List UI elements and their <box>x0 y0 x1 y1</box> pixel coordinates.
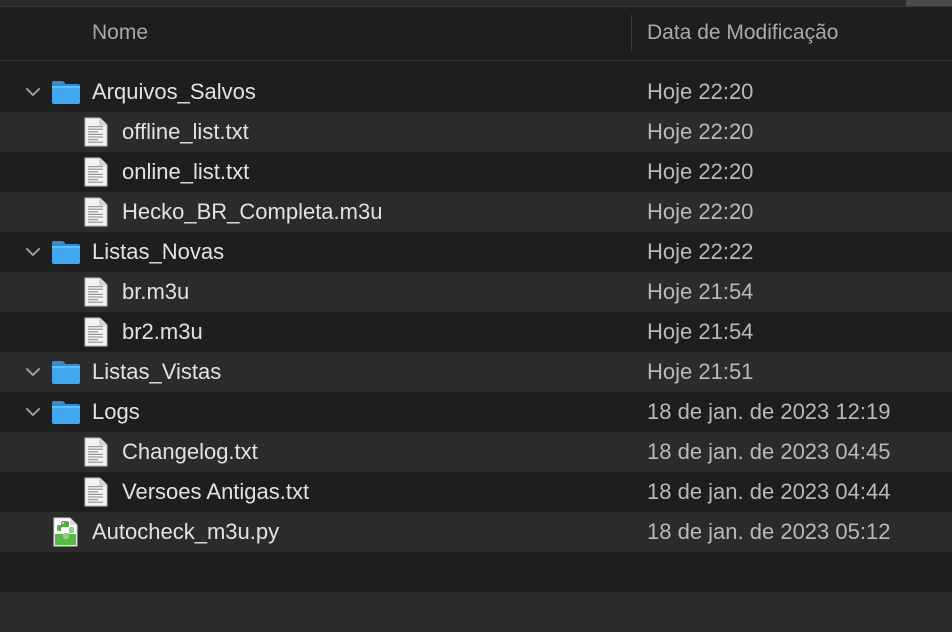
python-script-icon <box>53 517 78 547</box>
item-date-modified: Hoje 22:22 <box>647 239 754 264</box>
item-name: Listas_Vistas <box>92 359 222 384</box>
empty-list-row <box>0 592 952 632</box>
folder-icon <box>52 401 80 424</box>
text-document-icon <box>84 277 108 307</box>
finder-list-window: Nome Data de Modificação Arquivos_Salvos… <box>0 0 952 632</box>
file-row[interactable]: br2.m3u Hoje 21:54 <box>0 312 952 352</box>
item-name: Versoes Antigas.txt <box>122 479 310 504</box>
item-name: br.m3u <box>122 279 190 304</box>
item-name: online_list.txt <box>122 159 250 184</box>
item-date-modified: Hoje 22:20 <box>647 119 754 144</box>
file-row[interactable]: Changelog.txt 18 de jan. de 2023 04:45 <box>0 432 952 472</box>
item-name: offline_list.txt <box>122 119 249 144</box>
window-top-edge-mark <box>906 0 952 6</box>
item-name: Arquivos_Salvos <box>92 79 256 104</box>
item-date-modified: Hoje 22:20 <box>647 159 754 184</box>
folder-icon <box>52 361 80 384</box>
item-date-modified: Hoje 21:54 <box>647 279 754 304</box>
file-row[interactable]: Versoes Antigas.txt 18 de jan. de 2023 04… <box>0 472 952 512</box>
text-document-icon <box>84 317 108 347</box>
file-row[interactable]: br.m3u Hoje 21:54 <box>0 272 952 312</box>
folder-row[interactable]: Listas_Vistas Hoje 21:51 <box>0 352 952 392</box>
chevron-down-icon[interactable] <box>25 365 41 379</box>
folder-icon <box>52 241 80 264</box>
folder-row[interactable]: Listas_Novas Hoje 22:22 <box>0 232 952 272</box>
item-date-modified: Hoje 22:20 <box>647 199 754 224</box>
item-date-modified: 18 de jan. de 2023 04:45 <box>647 439 891 464</box>
text-document-icon <box>84 197 108 227</box>
item-name: Hecko_BR_Completa.m3u <box>122 199 383 224</box>
column-header-date-modified[interactable]: Data de Modificação <box>647 7 838 60</box>
item-name: Autocheck_m3u.py <box>92 519 280 544</box>
file-list: Arquivos_Salvos Hoje 22:20 offline_list.tx… <box>0 72 952 552</box>
item-date-modified: 18 de jan. de 2023 05:12 <box>647 519 891 544</box>
item-date-modified: 18 de jan. de 2023 04:44 <box>647 479 891 504</box>
column-header: Nome Data de Modificação <box>0 7 952 61</box>
item-date-modified: Hoje 21:54 <box>647 319 754 344</box>
text-document-icon <box>84 157 108 187</box>
file-row[interactable]: online_list.txt Hoje 22:20 <box>0 152 952 192</box>
text-document-icon <box>84 117 108 147</box>
folder-row[interactable]: Logs 18 de jan. de 2023 12:19 <box>0 392 952 432</box>
item-name: Changelog.txt <box>122 439 258 464</box>
file-row[interactable]: Hecko_BR_Completa.m3u Hoje 22:20 <box>0 192 952 232</box>
folder-row[interactable]: Arquivos_Salvos Hoje 22:20 <box>0 72 952 112</box>
item-date-modified: Hoje 22:20 <box>647 79 754 104</box>
folder-icon <box>52 81 80 104</box>
chevron-down-icon[interactable] <box>25 245 41 259</box>
chevron-down-icon[interactable] <box>25 85 41 99</box>
text-document-icon <box>84 477 108 507</box>
column-divider[interactable] <box>631 15 632 51</box>
item-date-modified: Hoje 21:51 <box>647 359 754 384</box>
file-row[interactable]: Autocheck_m3u.py 18 de jan. de 2023 05:12 <box>0 512 952 552</box>
item-date-modified: 18 de jan. de 2023 12:19 <box>647 399 891 424</box>
item-name: br2.m3u <box>122 319 203 344</box>
window-top-edge <box>0 0 952 7</box>
item-name: Logs <box>92 399 140 424</box>
text-document-icon <box>84 437 108 467</box>
column-header-name[interactable]: Nome <box>92 7 148 60</box>
chevron-down-icon[interactable] <box>25 405 41 419</box>
file-row[interactable]: offline_list.txt Hoje 22:20 <box>0 112 952 152</box>
item-name: Listas_Novas <box>92 239 225 264</box>
